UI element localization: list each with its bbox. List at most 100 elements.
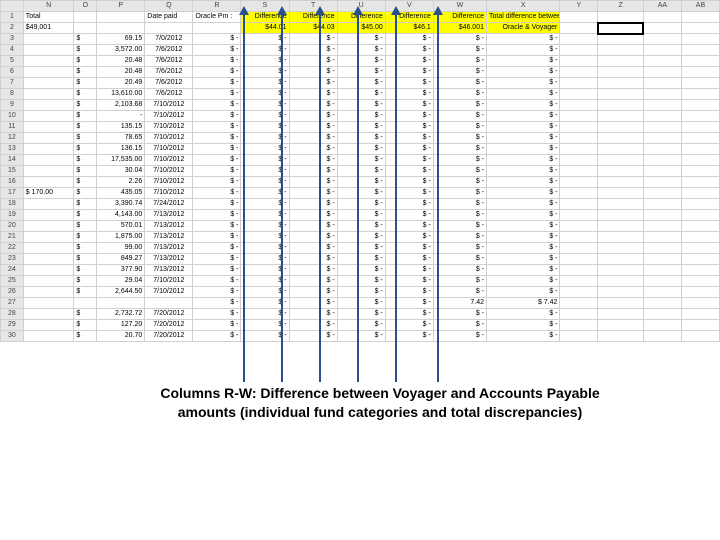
cell-AA[interactable] [643, 276, 681, 287]
cell-V[interactable]: $ - [385, 276, 433, 287]
cell-Q[interactable]: 7/20/2012 [145, 320, 193, 331]
cell-AA[interactable] [643, 309, 681, 320]
cell-N[interactable]: $ 170.00 [23, 188, 74, 199]
cell-V[interactable]: $ - [385, 243, 433, 254]
cell-O[interactable]: $ [74, 34, 97, 45]
cell-T[interactable]: $ - [289, 188, 337, 199]
cell-Y[interactable] [560, 243, 598, 254]
cell-N1[interactable]: Total [23, 12, 74, 23]
cell-N[interactable] [23, 221, 74, 232]
row-number[interactable]: 9 [1, 100, 24, 111]
row-number[interactable]: 1 [1, 12, 24, 23]
cell-O[interactable]: $ [74, 133, 97, 144]
cell-AB[interactable] [681, 111, 719, 122]
cell-AB[interactable] [681, 298, 719, 309]
col-header-P[interactable]: P [97, 1, 145, 12]
cell-N[interactable] [23, 254, 74, 265]
cell-P[interactable]: 2,732.72 [97, 309, 145, 320]
cell-Q[interactable]: 7/6/2012 [145, 67, 193, 78]
cell-U[interactable]: $ - [337, 111, 385, 122]
cell-O[interactable]: $ [74, 166, 97, 177]
cell-U[interactable]: $ - [337, 309, 385, 320]
cell-Z[interactable] [598, 45, 644, 56]
cell-X[interactable]: $ - [487, 56, 560, 67]
cell-AB[interactable] [681, 34, 719, 45]
cell-Q[interactable]: 7/20/2012 [145, 331, 193, 342]
cell-Q[interactable]: 7/13/2012 [145, 265, 193, 276]
cell-P[interactable]: 135.15 [97, 122, 145, 133]
cell-W[interactable]: $ - [433, 254, 486, 265]
cell-AA1[interactable] [643, 12, 681, 23]
cell-Y[interactable] [560, 133, 598, 144]
cell-N[interactable] [23, 199, 74, 210]
cell-AA[interactable] [643, 331, 681, 342]
cell-AA[interactable] [643, 199, 681, 210]
cell-AA[interactable] [643, 78, 681, 89]
cell-W[interactable]: $ - [433, 67, 486, 78]
cell-N[interactable] [23, 89, 74, 100]
col-header-O[interactable]: O [74, 1, 97, 12]
cell-U[interactable]: $ - [337, 232, 385, 243]
cell-Y[interactable] [560, 287, 598, 298]
cell-AB[interactable] [681, 265, 719, 276]
cell-Q[interactable]: 7/6/2012 [145, 89, 193, 100]
cell-V[interactable]: $ - [385, 144, 433, 155]
cell-AA[interactable] [643, 298, 681, 309]
cell-W[interactable]: $ - [433, 89, 486, 100]
cell-T[interactable]: $ - [289, 199, 337, 210]
col-header-R[interactable]: R [193, 1, 241, 12]
cell-W[interactable]: $ - [433, 78, 486, 89]
cell-R[interactable]: $ - [193, 243, 241, 254]
cell-AA[interactable] [643, 221, 681, 232]
cell-X[interactable]: $ - [487, 111, 560, 122]
cell-X[interactable]: $ - [487, 199, 560, 210]
cell-P[interactable]: 127.20 [97, 320, 145, 331]
cell-O[interactable] [74, 298, 97, 309]
cell-R[interactable]: $ - [193, 56, 241, 67]
cell-O[interactable]: $ [74, 100, 97, 111]
cell-O[interactable]: $ [74, 199, 97, 210]
cell-V[interactable]: $ - [385, 287, 433, 298]
cell-U[interactable]: $ - [337, 133, 385, 144]
cell-N[interactable] [23, 265, 74, 276]
cell-U[interactable]: $ - [337, 265, 385, 276]
cell-V[interactable]: $ - [385, 254, 433, 265]
cell-AA[interactable] [643, 100, 681, 111]
cell-T[interactable]: $ - [289, 309, 337, 320]
cell-N[interactable] [23, 232, 74, 243]
cell-AB[interactable] [681, 89, 719, 100]
cell-P[interactable]: 1,875.00 [97, 232, 145, 243]
cell-Q[interactable]: 7/20/2012 [145, 309, 193, 320]
cell-R[interactable]: $ - [193, 210, 241, 221]
cell-P[interactable]: 20.48 [97, 67, 145, 78]
cell-Q1[interactable]: Date paid [145, 12, 193, 23]
cell-P[interactable]: 377.90 [97, 265, 145, 276]
cell-U[interactable]: $ - [337, 199, 385, 210]
cell-V[interactable]: $ - [385, 298, 433, 309]
cell-AB[interactable] [681, 122, 719, 133]
cell-W[interactable]: $ - [433, 45, 486, 56]
cell-AB[interactable] [681, 78, 719, 89]
cell-Z1[interactable] [598, 12, 644, 23]
row-number[interactable]: 25 [1, 276, 24, 287]
cell-AA[interactable] [643, 243, 681, 254]
cell-U[interactable]: $ - [337, 78, 385, 89]
cell-R1[interactable]: Oracle Pm : [193, 12, 241, 23]
cell-V[interactable]: $ - [385, 265, 433, 276]
cell-R[interactable]: $ - [193, 276, 241, 287]
cell-X[interactable]: $ - [487, 144, 560, 155]
cell-T[interactable]: $ - [289, 100, 337, 111]
cell-W[interactable]: 7.42 [433, 298, 486, 309]
cell-T[interactable]: $ - [289, 221, 337, 232]
cell-U[interactable]: $ - [337, 89, 385, 100]
cell-X[interactable]: $ - [487, 166, 560, 177]
cell-V[interactable]: $ - [385, 199, 433, 210]
cell-N[interactable] [23, 45, 74, 56]
cell-Y[interactable] [560, 155, 598, 166]
cell-V[interactable]: $ - [385, 331, 433, 342]
cell-Z[interactable] [598, 287, 644, 298]
cell-P[interactable]: 136.15 [97, 144, 145, 155]
cell-Q[interactable]: 7/13/2012 [145, 210, 193, 221]
row-number[interactable]: 11 [1, 122, 24, 133]
cell-V[interactable]: $ - [385, 133, 433, 144]
